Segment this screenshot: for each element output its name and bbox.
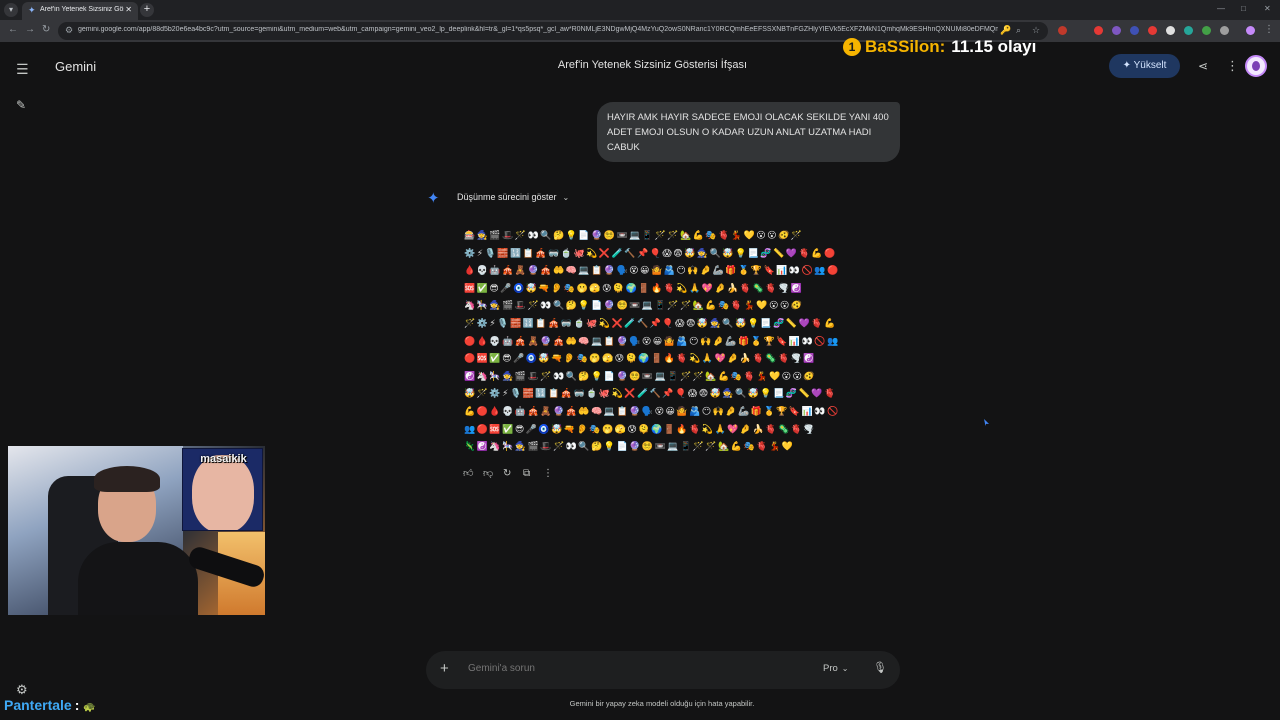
model-label: Pro (823, 663, 838, 674)
inset-label: masaikik (200, 453, 247, 465)
profile-icon[interactable] (1246, 26, 1255, 35)
extension-icon[interactable] (1166, 26, 1175, 35)
browser-tab-strip: ▾ ✦ Aref'in Yetenek Sizsiniz Gösterisi ✕… (0, 0, 1280, 20)
show-thinking-button[interactable]: Düşünme sürecini göster ⌄ (457, 192, 569, 202)
disclaimer: Gemini bir yapay zeka modeli olduğu için… (569, 699, 755, 708)
emoji-row: 🦎☯️🦄🎠🧙🎬🎩🪄👀🔍🤔💡📄🔮😵‍💫📼💻📱🪄🪄🏡💪🎭🫀💃💛 (464, 442, 795, 453)
emoji-row: 🔴🩸💀🤖🎪🧸🔮🎪🤲🧠💻📋🔮🗣️😵😀🤷🫂😶🙌🤌🦾🎁🥇🏆🔖📊👀🚫👥 (464, 336, 840, 347)
upgrade-button[interactable]: ✦ Yükselt (1109, 54, 1180, 78)
more-vert-icon[interactable]: ⋮ (1226, 58, 1239, 74)
extension-icon[interactable] (1130, 26, 1139, 35)
emoji-row: 🤯🪄⚙️⚡🎙️🧱🔢📋🎪🥽🍵🐙💫❌🧪🔨📌🎈😱😨🤯🧙🔍🤯💡📃🧬📏💜🫀 (464, 389, 837, 400)
upgrade-label: Yükselt (1133, 60, 1167, 71)
mic-icon[interactable]: 🎙︎ (873, 661, 887, 674)
reload-icon[interactable]: ↻ (42, 24, 50, 35)
mouse-cursor (984, 419, 989, 426)
share-icon[interactable]: ⋖ (1198, 59, 1208, 73)
extension-icon[interactable] (1112, 26, 1121, 35)
sparkle-icon: ✦ (1122, 60, 1131, 71)
extensions-puzzle-icon[interactable] (1220, 26, 1229, 35)
regenerate-icon[interactable]: ↻ (503, 468, 523, 479)
gemini-sparkle-icon: ✦ (427, 190, 440, 207)
minimize-icon[interactable]: — (1217, 4, 1225, 13)
plus-icon[interactable]: + (440, 660, 449, 677)
chrome-menu-icon[interactable]: ⋮ (1264, 24, 1274, 35)
more-vert-icon[interactable]: ⋮ (543, 468, 563, 479)
show-thinking-label: Düşünme sürecini göster (457, 192, 557, 202)
emoji-row: 🩸💀🤖🎪🧸🔮🎪🤲🧠💻📋🔮🗣️😵😀🤷🫂😶🙌🤌🦾🎁🥇🏆🔖📊👀🚫👥🔴 (464, 266, 840, 277)
extension-icon[interactable] (1184, 26, 1193, 35)
forward-icon[interactable]: → (25, 24, 35, 35)
browser-toolbar: ← → ↻ ⚙ gemini.google.com/app/88d5b20e6e… (0, 20, 1280, 42)
browser-tab[interactable]: ✦ Aref'in Yetenek Sizsiniz Gösterisi ✕ (22, 2, 138, 20)
model-response: 🎰🧙🎬🎩🪄👀🔍🤔💡📄🔮😵‍💫📼💻📱🪄🪄🏡💪🎭🫀💃💛😮😮🫨🪄 ⚙️⚡🎙️🧱🔢📋🎪🥽… (464, 228, 894, 457)
gemini-favicon-icon: ✦ (28, 5, 36, 15)
chevron-down-icon: ⌄ (562, 193, 570, 202)
emoji-row: 🔴🆘✅😎🎤🧿🤯🔫👂🎭🫢🫣😰🫠🌍🚪🔥🫀💫🙏💖🤌🍌🫀🦠🫀🌪️☯️ (464, 354, 817, 365)
url-text: gemini.google.com/app/88d5b20e6ea4bc9c?u… (78, 26, 998, 33)
sub-alert-overlay: 1 BaSSilon: 11.15 olayı (843, 37, 1036, 57)
tab-title: Aref'in Yetenek Sizsiniz Gösterisi (40, 6, 124, 13)
follower-name: Pantertale (4, 697, 72, 713)
site-info-icon[interactable]: ⚙ (65, 25, 73, 36)
emoji-row: 🦄🎠🧙🎬🎩🪄👀🔍🤔💡📄🔮😵‍💫📼💻📱🪄🪄🏡💪🎭🫀💃💛😮😮🫨 (464, 301, 804, 312)
tab-search-icon[interactable]: ▾ (4, 3, 18, 17)
sub-text: 11.15 olayı (951, 37, 1037, 56)
avatar[interactable] (1245, 55, 1267, 77)
extension-icon[interactable] (1202, 26, 1211, 35)
emoji-row: 💪🔴🩸💀🤖🎪🧸🔮🎪🤲🧠💻📋🔮🗣️😵😀🤷🫂😶🙌🤌🦾🎁🥇🏆🔖📊👀🚫 (464, 406, 840, 417)
back-icon[interactable]: ← (8, 24, 18, 35)
rank-badge: 1 (843, 38, 861, 56)
follower-colon: : (74, 697, 80, 713)
maximize-icon[interactable]: □ (1241, 4, 1246, 13)
gemini-app: ☰ ✎ ⚙ Gemini Aref'in Yetenek Sizsiniz Gö… (0, 42, 1280, 720)
thumbs-down-icon[interactable]: 👎︎ (483, 467, 503, 479)
emoji-row: ⚙️⚡🎙️🧱🔢📋🎪🥽🍵🐙💫❌🧪🔨📌🎈😱😨🤯🧙🔍🤯💡📃🧬📏💜🫀💪🔴 (464, 248, 837, 259)
new-tab-button[interactable]: + (140, 3, 154, 17)
model-selector[interactable]: Pro ⌄ (823, 663, 849, 674)
emoji-row: 👥🔴🆘✅😎🎤🧿🤯🔫👂🎭🫢🫣😰🫠🌍🚪🔥🫀💫🙏💖🤌🍌🫀🦠🫀🌪️ (464, 424, 817, 435)
response-actions: 👍︎ 👎︎ ↻ ⧉ ⋮ (463, 467, 563, 479)
turtle-icon: 🐢 (83, 702, 96, 713)
prompt-input[interactable] (468, 663, 788, 674)
sub-name: BaSSilon: (865, 37, 946, 56)
follower-overlay: Pantertale: 🐢 (4, 697, 96, 715)
bookmark-star-icon[interactable]: ☆ (1032, 25, 1040, 36)
emoji-row: 🪄⚙️⚡🎙️🧱🔢📋🎪🥽🍵🐙💫❌🧪🔨📌🎈😱😨🤯🧙🔍🤯💡📃🧬📏💜🫀💪 (464, 318, 837, 329)
extension-icon[interactable] (1148, 26, 1157, 35)
emoji-row: 🆘✅😎🎤🧿🤯🔫👂🎭🫢🫣😰🫠🌍🚪🔥🫀💫🙏💖🤌🍌🫀🦠🫀🌪️☯️ (464, 283, 804, 294)
translate-icon[interactable]: 🔑 (1000, 25, 1011, 36)
zoom-icon[interactable]: ⌕ (1016, 25, 1021, 36)
emoji-row: 🎰🧙🎬🎩🪄👀🔍🤔💡📄🔮😵‍💫📼💻📱🪄🪄🏡💪🎭🫀💃💛😮😮🫨🪄 (464, 231, 804, 241)
extension-icon[interactable] (1094, 26, 1103, 35)
emoji-row: ☯️🦄🎠🧙🎬🎩🪄👀🔍🤔💡📄🔮😵‍💫📼💻📱🪄🪄🏡💪🎭🫀💃💛😮😮🫨 (464, 371, 817, 382)
copy-icon[interactable]: ⧉ (523, 468, 543, 479)
thumbs-up-icon[interactable]: 👍︎ (463, 467, 483, 479)
chevron-down-icon: ⌄ (841, 664, 849, 673)
tab-close-icon[interactable]: ✕ (125, 5, 132, 14)
window-close-icon[interactable]: ✕ (1264, 4, 1271, 13)
inset-cam: masaikik (182, 448, 263, 531)
conversation-title: Aref'in Yetenek Sizsiniz Gösterisi İfşas… (557, 59, 748, 71)
settings-icon[interactable]: ⚙ (16, 682, 28, 698)
extension-icon[interactable] (1058, 26, 1067, 35)
user-message: HAYIR AMK HAYIR SADECE EMOJI OLACAK SEKI… (597, 102, 900, 162)
edit-icon[interactable]: ✎ (16, 98, 26, 112)
prompt-composer: + Pro⌄ 🎙︎ (426, 651, 900, 689)
